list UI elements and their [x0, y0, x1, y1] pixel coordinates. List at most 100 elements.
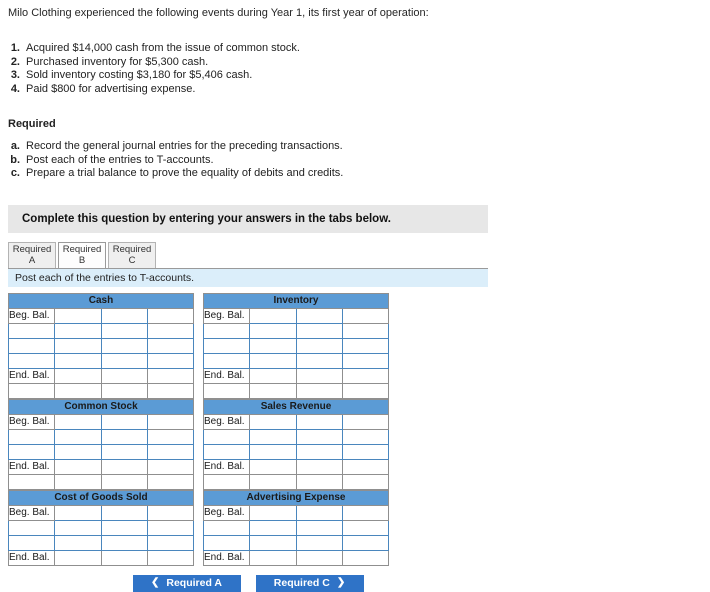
entry-debit-input[interactable]: [54, 534, 102, 551]
entry-extra-input[interactable]: [341, 534, 390, 551]
tab-label-bottom: A: [28, 255, 36, 266]
transaction-text: Sold inventory costing $3,180 for $5,406…: [26, 69, 253, 81]
tab-required-c[interactable]: Required C: [108, 241, 156, 268]
entry-debit-input[interactable]: [249, 337, 297, 354]
entry-credit-input[interactable]: [100, 337, 148, 354]
entry-label-input[interactable]: [202, 322, 251, 339]
tab-required-b[interactable]: Required B: [58, 241, 106, 268]
beg-bal-debit-input[interactable]: [54, 413, 102, 430]
entry-credit-input[interactable]: [100, 322, 148, 339]
entry-extra-input[interactable]: [341, 352, 390, 369]
end-bal-extra-cell: [341, 458, 390, 475]
entry-label-input[interactable]: [7, 322, 56, 339]
required-item: b. Post each of the entries to T-accounts…: [4, 154, 710, 168]
t-account-spacer-row: [202, 382, 390, 399]
beg-bal-label: Beg. Bal.: [7, 307, 56, 324]
beg-bal-credit-input[interactable]: [295, 504, 343, 521]
previous-required-a-button[interactable]: ❮ Required A: [132, 574, 241, 592]
spacer-cell: [249, 473, 297, 490]
entry-credit-input[interactable]: [295, 337, 343, 354]
entry-label-input[interactable]: [7, 337, 56, 354]
entry-debit-input[interactable]: [249, 322, 297, 339]
entry-credit-input[interactable]: [295, 443, 343, 460]
entry-debit-input[interactable]: [54, 322, 102, 339]
entry-label-input[interactable]: [7, 443, 56, 460]
entry-extra-input[interactable]: [146, 352, 195, 369]
spacer-cell: [341, 382, 390, 399]
entry-extra-input[interactable]: [146, 534, 195, 551]
entry-credit-input[interactable]: [295, 534, 343, 551]
beg-bal-extra-cell: [146, 307, 195, 324]
entry-debit-input[interactable]: [249, 534, 297, 551]
beg-bal-debit-input[interactable]: [249, 504, 297, 521]
required-letter: b.: [10, 153, 20, 166]
transaction-text: Paid $800 for advertising expense.: [26, 82, 196, 95]
t-account-title: Inventory: [203, 292, 389, 309]
entry-credit-input[interactable]: [295, 352, 343, 369]
entry-label-input[interactable]: [7, 534, 56, 551]
entry-credit-input[interactable]: [295, 322, 343, 339]
entry-debit-input[interactable]: [54, 428, 102, 445]
beg-bal-credit-input[interactable]: [295, 307, 343, 324]
end-bal-label: End. Bal.: [202, 367, 251, 384]
spacer-cell: [295, 473, 343, 490]
entry-extra-input[interactable]: [341, 337, 390, 354]
transaction-text: Purchased inventory for $5,300 cash.: [26, 55, 209, 68]
spacer-cell: [202, 382, 251, 399]
beg-bal-extra-cell: [146, 504, 195, 521]
beg-bal-debit-input[interactable]: [54, 504, 102, 521]
beg-bal-credit-input[interactable]: [100, 413, 148, 430]
t-account-entry-row: [7, 322, 195, 339]
entry-debit-input[interactable]: [249, 443, 297, 460]
entry-label-input[interactable]: [202, 428, 251, 445]
t-account-table: Advertising Expense Beg. Bal. End. Bal.: [202, 489, 390, 566]
entry-label-input[interactable]: [7, 352, 56, 369]
entry-extra-input[interactable]: [146, 428, 195, 445]
transaction-number: 3.: [10, 69, 20, 81]
entry-label-input[interactable]: [7, 428, 56, 445]
t-account-beg-bal-row: Beg. Bal.: [7, 504, 195, 521]
end-bal-extra-cell: [146, 549, 195, 566]
intro-statement: Milo Clothing experienced the following …: [8, 7, 429, 19]
entry-credit-input[interactable]: [100, 352, 148, 369]
beg-bal-credit-input[interactable]: [295, 413, 343, 430]
entry-extra-input[interactable]: [146, 322, 195, 339]
entry-debit-input[interactable]: [54, 337, 102, 354]
entry-credit-input[interactable]: [295, 428, 343, 445]
entry-debit-input[interactable]: [54, 443, 102, 460]
entry-extra-input[interactable]: [341, 428, 390, 445]
t-account-end-bal-row: End. Bal.: [202, 458, 390, 475]
next-required-c-button[interactable]: Required C ❯: [255, 574, 364, 592]
tab-required-a[interactable]: Required A: [8, 241, 56, 268]
entry-debit-input[interactable]: [249, 352, 297, 369]
beg-bal-debit-input[interactable]: [249, 413, 297, 430]
beg-bal-debit-input[interactable]: [249, 307, 297, 324]
t-account-spacer-row: [202, 473, 390, 490]
transaction-item: 4. Paid $800 for advertising expense.: [4, 83, 710, 97]
entry-extra-input[interactable]: [341, 443, 390, 460]
spacer-cell: [54, 473, 102, 490]
entry-credit-input[interactable]: [100, 443, 148, 460]
entry-extra-input[interactable]: [146, 337, 195, 354]
spacer-cell: [7, 473, 56, 490]
entry-credit-input[interactable]: [100, 534, 148, 551]
beg-bal-label: Beg. Bal.: [7, 413, 56, 430]
entry-debit-input[interactable]: [54, 352, 102, 369]
previous-button-label: Required A: [166, 577, 222, 589]
end-bal-label: End. Bal.: [7, 458, 56, 475]
entry-extra-input[interactable]: [341, 322, 390, 339]
beg-bal-credit-input[interactable]: [100, 504, 148, 521]
instruction-banner-text: Complete this question by entering your …: [22, 212, 391, 225]
entry-extra-input[interactable]: [146, 443, 195, 460]
entry-label-input[interactable]: [202, 337, 251, 354]
entry-label-input[interactable]: [202, 443, 251, 460]
entry-credit-input[interactable]: [100, 428, 148, 445]
beg-bal-credit-input[interactable]: [100, 307, 148, 324]
entry-label-input[interactable]: [202, 534, 251, 551]
end-bal-label: End. Bal.: [202, 458, 251, 475]
entry-debit-input[interactable]: [249, 428, 297, 445]
required-text: Post each of the entries to T-accounts.: [26, 153, 214, 166]
beg-bal-debit-input[interactable]: [54, 307, 102, 324]
beg-bal-label: Beg. Bal.: [7, 504, 56, 521]
entry-label-input[interactable]: [202, 352, 251, 369]
